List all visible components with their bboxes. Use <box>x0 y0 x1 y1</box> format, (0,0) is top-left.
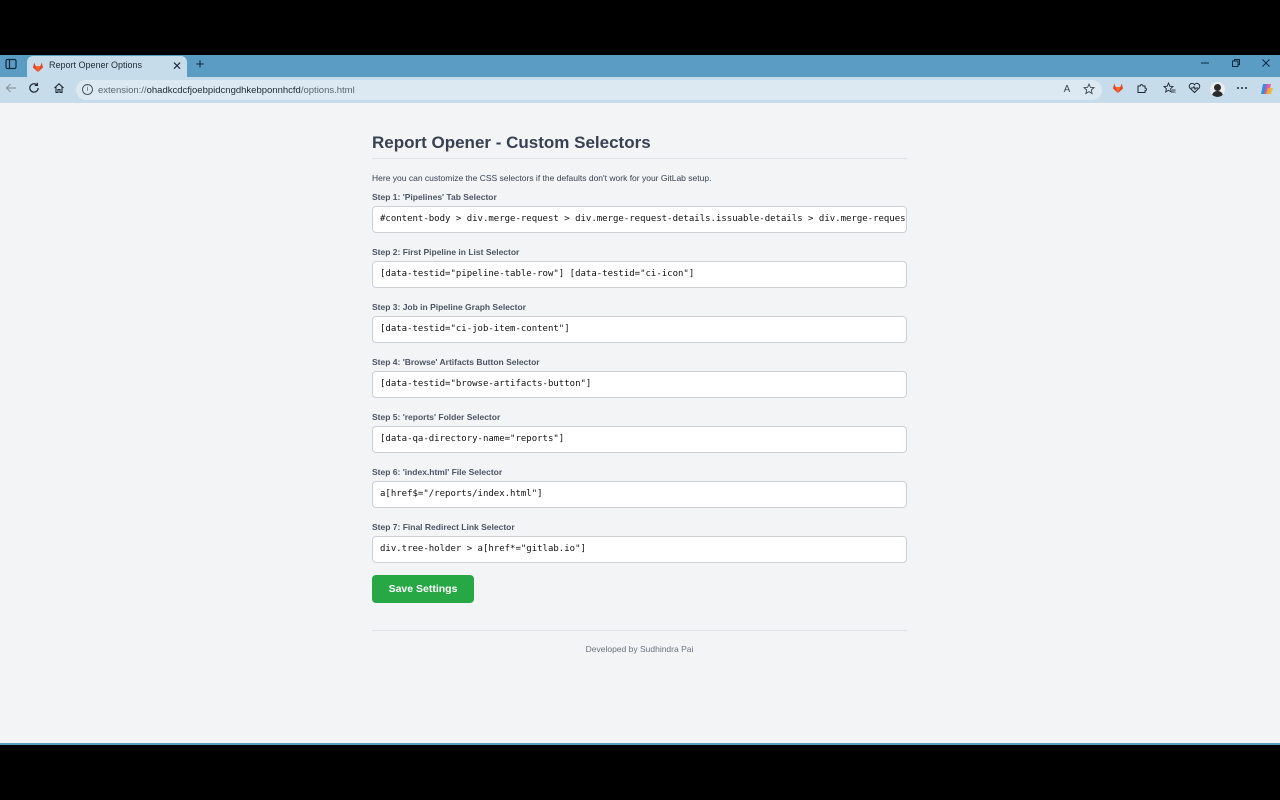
step6-index-file-input[interactable]: a[href$="/reports/index.html"] <box>372 481 907 508</box>
title-divider <box>372 158 907 159</box>
footer-divider <box>372 630 907 631</box>
save-settings-button[interactable]: Save Settings <box>372 575 474 603</box>
extensions-icon[interactable] <box>1134 82 1150 98</box>
gitlab-extension-icon[interactable] <box>1110 82 1126 98</box>
tab-strip: Report Opener Options ✕ + <box>0 55 1280 77</box>
screen: Report Opener Options ✕ + i extension://… <box>0 0 1280 800</box>
favorite-star-icon[interactable] <box>1082 82 1096 97</box>
step2-first-pipeline-input[interactable]: [data-testid="pipeline-table-row"] [data… <box>372 261 907 288</box>
step7-redirect-link-input[interactable]: div.tree-holder > a[href*="gitlab.io"] <box>372 536 907 563</box>
step7-label: Step 7: Final Redirect Link Selector <box>372 522 515 532</box>
copilot-icon[interactable] <box>1259 82 1275 98</box>
options-page: Report Opener - Custom Selectors Here yo… <box>0 103 1280 743</box>
step6-label: Step 6: 'index.html' File Selector <box>372 467 503 477</box>
gitlab-favicon-icon <box>32 60 44 72</box>
tab-actions-icon[interactable] <box>3 58 19 74</box>
window-bottom-edge <box>0 743 1280 745</box>
restore-icon[interactable] <box>1229 58 1243 72</box>
step5-reports-folder-input[interactable]: [data-qa-directory-name="reports"] <box>372 426 907 453</box>
step4-label: Step 4: 'Browse' Artifacts Button Select… <box>372 357 540 367</box>
step4-browse-artifacts-input[interactable]: [data-testid="browse-artifacts-button"] <box>372 371 907 398</box>
read-aloud-icon[interactable]: A <box>1060 83 1074 97</box>
step3-job-input[interactable]: [data-testid="ci-job-item-content"] <box>372 316 907 343</box>
new-tab-button[interactable]: + <box>192 56 208 74</box>
browser-toolbar: i extension://ohadkcdcfjoebpidcngdhkebpo… <box>0 77 1280 103</box>
favorites-icon[interactable] <box>1161 81 1177 98</box>
refresh-icon[interactable] <box>26 82 42 98</box>
step1-pipelines-tab-input[interactable]: #content-body > div.merge-request > div.… <box>372 206 907 233</box>
footer-credit: Developed by Sudhindra Pai <box>585 644 694 654</box>
step2-label: Step 2: First Pipeline in List Selector <box>372 247 520 257</box>
more-menu-icon[interactable] <box>1234 82 1250 98</box>
step5-label: Step 5: 'reports' Folder Selector <box>372 412 501 422</box>
home-icon[interactable] <box>51 82 67 98</box>
tab-title: Report Opener Options <box>49 60 143 70</box>
url-scheme: extension:// <box>98 85 147 96</box>
avatar-head <box>1214 84 1221 91</box>
minimize-icon[interactable] <box>1198 58 1212 72</box>
read-aloud-glyph: A <box>1063 84 1071 95</box>
address-bar[interactable]: i extension://ohadkcdcfjoebpidcngdhkebpo… <box>76 80 1102 100</box>
url-text: extension://ohadkcdcfjoebpidcngdhkebponn… <box>98 85 355 96</box>
active-tab[interactable]: Report Opener Options ✕ <box>27 56 187 77</box>
page-title: Report Opener - Custom Selectors <box>372 133 651 152</box>
browser-essentials-icon[interactable] <box>1186 82 1202 98</box>
step1-label: Step 1: 'Pipelines' Tab Selector <box>372 192 497 202</box>
url-host: ohadkcdcfjoebpidcngdhkebponnhcfd <box>146 85 301 96</box>
close-window-icon[interactable] <box>1259 58 1273 72</box>
tab-close-icon[interactable]: ✕ <box>172 58 182 74</box>
url-path: /options.html <box>300 85 355 96</box>
back-icon[interactable] <box>3 82 19 98</box>
avatar-body <box>1212 91 1223 97</box>
page-description: Here you can customize the CSS selectors… <box>372 173 712 183</box>
site-info-icon[interactable]: i <box>82 84 93 95</box>
step3-label: Step 3: Job in Pipeline Graph Selector <box>372 302 526 312</box>
profile-avatar[interactable] <box>1210 82 1225 97</box>
